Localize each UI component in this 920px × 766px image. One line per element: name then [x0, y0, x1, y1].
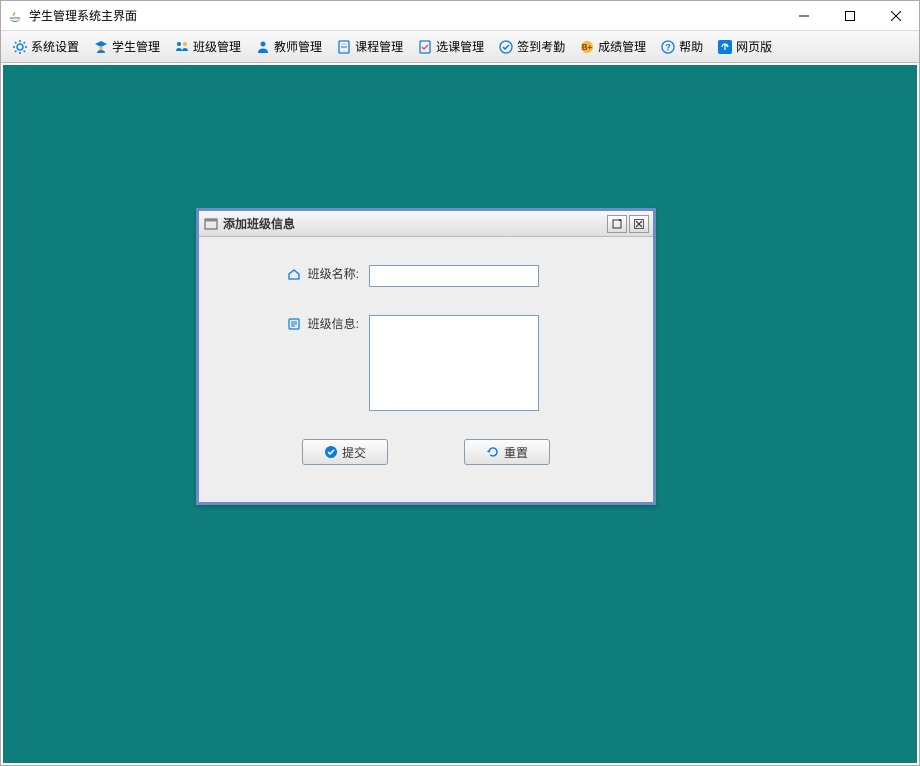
- menu-label: 班级管理: [193, 38, 241, 55]
- class-info-textarea[interactable]: [369, 315, 539, 411]
- dialog-close-button[interactable]: [629, 215, 649, 233]
- reset-button[interactable]: 重置: [464, 439, 550, 465]
- info-icon: [286, 316, 302, 332]
- help-icon: ?: [660, 39, 676, 55]
- menu-label: 签到考勤: [517, 38, 565, 55]
- maximize-button[interactable]: [827, 1, 873, 30]
- house-icon: [286, 266, 302, 282]
- svg-text:?: ?: [665, 42, 671, 52]
- frame-icon: [203, 216, 219, 232]
- menu-label: 选课管理: [436, 38, 484, 55]
- menu-label: 系统设置: [31, 38, 79, 55]
- menu-course-selection[interactable]: 选课管理: [410, 34, 491, 59]
- window-controls: [781, 1, 919, 30]
- dialog-title-left: 添加班级信息: [203, 215, 295, 232]
- menu-class-management[interactable]: 班级管理: [167, 34, 248, 59]
- window-title: 学生管理系统主界面: [29, 7, 137, 24]
- menu-label: 帮助: [679, 38, 703, 55]
- menu-system-settings[interactable]: 系统设置: [5, 34, 86, 59]
- menu-help[interactable]: ? 帮助: [653, 34, 710, 59]
- menu-course-management[interactable]: 课程管理: [329, 34, 410, 59]
- select-icon: [417, 39, 433, 55]
- class-name-row: 班级名称:: [229, 265, 623, 287]
- menu-label: 教师管理: [274, 38, 322, 55]
- class-name-input[interactable]: [369, 265, 539, 287]
- dialog-maximize-button[interactable]: [607, 215, 627, 233]
- menu-attendance[interactable]: 签到考勤: [491, 34, 572, 59]
- class-info-label-group: 班级信息:: [229, 315, 369, 332]
- dialog-body: 班级名称: 班级信息:: [199, 237, 653, 502]
- svg-text:B+: B+: [582, 43, 593, 52]
- add-class-dialog: 添加班级信息 班级名称:: [196, 208, 656, 505]
- minimize-button[interactable]: [781, 1, 827, 30]
- student-icon: [93, 39, 109, 55]
- menu-student-management[interactable]: 学生管理: [86, 34, 167, 59]
- web-icon: [717, 39, 733, 55]
- main-window: 学生管理系统主界面 系统设置 学生管理: [0, 0, 920, 766]
- refresh-icon: [486, 445, 500, 459]
- dialog-titlebar[interactable]: 添加班级信息: [199, 211, 653, 237]
- menu-grade-management[interactable]: B+ 成绩管理: [572, 34, 653, 59]
- check-icon: [324, 445, 338, 459]
- class-name-label-group: 班级名称:: [229, 265, 369, 282]
- dialog-button-row: 提交 重置: [229, 439, 623, 465]
- course-icon: [336, 39, 352, 55]
- menu-label: 网页版: [736, 38, 772, 55]
- class-info-label: 班级信息:: [308, 315, 359, 332]
- menu-label: 成绩管理: [598, 38, 646, 55]
- submit-button[interactable]: 提交: [302, 439, 388, 465]
- dialog-title: 添加班级信息: [223, 215, 295, 232]
- attendance-icon: [498, 39, 514, 55]
- reset-label: 重置: [504, 444, 528, 461]
- teacher-icon: [255, 39, 271, 55]
- menu-teacher-management[interactable]: 教师管理: [248, 34, 329, 59]
- menu-label: 学生管理: [112, 38, 160, 55]
- desktop-area: 添加班级信息 班级名称:: [3, 65, 917, 763]
- close-button[interactable]: [873, 1, 919, 30]
- java-icon: [7, 8, 23, 24]
- dialog-controls: [607, 215, 649, 233]
- submit-label: 提交: [342, 444, 366, 461]
- menu-web-version[interactable]: 网页版: [710, 34, 779, 59]
- grade-icon: B+: [579, 39, 595, 55]
- gear-icon: [12, 39, 28, 55]
- menubar: 系统设置 学生管理 班级管理 教师管理 课程管理: [1, 31, 919, 63]
- window-titlebar: 学生管理系统主界面: [1, 1, 919, 31]
- class-icon: [174, 39, 190, 55]
- class-info-row: 班级信息:: [229, 315, 623, 411]
- class-name-label: 班级名称:: [308, 265, 359, 282]
- menu-label: 课程管理: [355, 38, 403, 55]
- titlebar-left: 学生管理系统主界面: [7, 7, 137, 24]
